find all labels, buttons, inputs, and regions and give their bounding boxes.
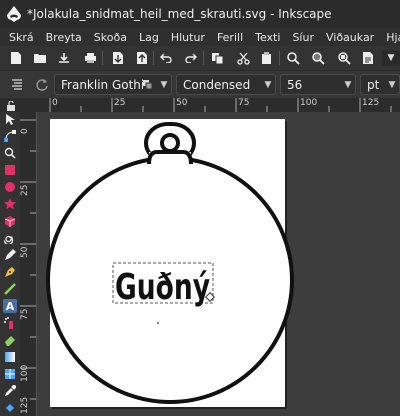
export-icon[interactable] — [134, 50, 150, 66]
commands-toolbar: ▼ — [0, 46, 400, 71]
toolbar-separator — [279, 51, 280, 65]
menu-text[interactable]: Texti — [248, 31, 285, 44]
copy-icon[interactable] — [209, 50, 225, 66]
paint-bucket-tool-icon[interactable] — [3, 401, 17, 415]
spiral-tool-icon[interactable] — [3, 231, 17, 245]
text-tool-icon[interactable]: A — [3, 299, 17, 313]
ruler-label: 125 — [20, 396, 30, 414]
chevron-down-icon: ▼ — [388, 79, 396, 90]
ruler-label: 75 — [20, 308, 30, 320]
zoom-drawing-icon[interactable] — [310, 50, 326, 66]
eraser-tool-icon[interactable] — [3, 333, 17, 347]
toolbar-separator — [203, 51, 204, 65]
menu-object[interactable]: Hlutur — [164, 31, 210, 44]
inkscape-logo-icon — [7, 6, 21, 22]
paste-icon[interactable] — [258, 50, 274, 66]
3d-box-tool-icon[interactable] — [3, 214, 17, 228]
chevron-down-icon: ▼ — [264, 79, 272, 90]
open-folder-icon[interactable] — [32, 50, 48, 66]
toolbox: A — [0, 112, 20, 416]
pencil-tool-icon[interactable] — [3, 248, 17, 262]
ruler-label: 125 — [362, 98, 380, 108]
ruler-label: 50 — [176, 98, 188, 108]
ruler-label: 0 — [52, 98, 58, 108]
lock-guides-icon[interactable] — [6, 100, 18, 111]
undo-icon[interactable] — [158, 50, 174, 66]
font-style-value: Condensed — [183, 77, 251, 92]
menu-layer[interactable]: Lag — [132, 31, 164, 44]
cut-icon[interactable] — [235, 50, 251, 66]
zoom-selection-icon[interactable] — [285, 50, 301, 66]
menu-filters[interactable]: Síur — [285, 31, 319, 44]
menu-extensions[interactable]: Viðaukar — [319, 31, 379, 44]
mesh-tool-icon[interactable] — [3, 367, 17, 381]
ruler-label: 100 — [300, 98, 318, 108]
menu-help[interactable]: Hjálp — [379, 31, 400, 44]
redo-icon[interactable] — [183, 50, 199, 66]
ruler-label: 50 — [20, 246, 30, 258]
ruler-corner — [0, 98, 24, 112]
gradient-tool-icon[interactable] — [3, 350, 17, 364]
font-unit-combo[interactable]: pt ▼ — [360, 74, 400, 95]
text-tool-controls: Franklin Gothic M ▼ Condensed ▼ 56 ▼ pt … — [0, 71, 400, 98]
chevron-down-icon: ▼ — [160, 79, 168, 90]
document-properties-icon[interactable] — [360, 50, 376, 66]
save-icon[interactable] — [56, 50, 72, 66]
toolbar-separator — [153, 51, 154, 65]
font-size-combo[interactable]: 56 ▼ — [280, 74, 356, 95]
spray-tool-icon[interactable] — [3, 316, 17, 330]
ruler-label: 75 — [238, 98, 250, 108]
menu-view[interactable]: Skoða — [87, 31, 132, 44]
zoom-tool-icon[interactable] — [3, 146, 17, 160]
menu-file[interactable]: Skrá — [0, 31, 39, 44]
ruler-label: 25 — [114, 98, 126, 108]
text-cursor-mark — [157, 322, 159, 324]
dropper-tool-icon[interactable] — [3, 384, 17, 398]
ruler-label: 25 — [20, 184, 30, 196]
title-bar: *Jolakula_snidmat_heil_med_skrauti.svg -… — [0, 0, 400, 28]
vertical-ruler[interactable]: 0 25 50 75 100 125 — [20, 112, 37, 416]
canvas[interactable]: Guðný — [37, 112, 400, 416]
selector-tool-icon[interactable] — [3, 112, 17, 126]
ruler-label: 0 — [20, 128, 30, 134]
menu-path[interactable]: Ferill — [210, 31, 248, 44]
text-direction-icon[interactable] — [10, 77, 24, 91]
font-family-value: Franklin Gothic M — [61, 77, 143, 92]
ruler-label: 100 — [20, 364, 30, 382]
ruler-ticks — [49, 98, 392, 112]
ellipse-tool-icon[interactable] — [3, 180, 17, 194]
pen-tool-icon[interactable] — [3, 265, 17, 279]
star-tool-icon[interactable] — [3, 197, 17, 211]
calligraphy-tool-icon[interactable] — [3, 282, 17, 296]
rectangle-tool-icon[interactable] — [3, 163, 17, 177]
menu-edit[interactable]: Breyta — [39, 31, 87, 44]
chevron-down-icon: ▼ — [344, 79, 352, 90]
window-title: *Jolakula_snidmat_heil_med_skrauti.svg -… — [27, 7, 332, 21]
font-style-combo[interactable]: Condensed ▼ — [176, 74, 276, 95]
font-list-icon[interactable] — [143, 79, 157, 90]
toolbar-separator — [102, 51, 103, 65]
font-unit-value: pt — [367, 77, 380, 92]
ornament-hanger-hole — [160, 133, 180, 153]
menu-bar: Skrá Breyta Skoða Lag Hlutur Ferill Text… — [0, 28, 400, 46]
font-family-combo[interactable]: Franklin Gothic M ▼ — [54, 74, 172, 95]
import-icon[interactable] — [110, 50, 126, 66]
chevron-down-icon: ▼ — [387, 53, 395, 63]
ornament-drawing[interactable]: Guðný — [37, 112, 400, 416]
new-document-icon[interactable] — [8, 50, 24, 66]
horizontal-ruler[interactable]: 0 25 50 75 100 125 — [24, 98, 400, 113]
refresh-fonts-icon[interactable] — [35, 77, 49, 91]
font-size-value: 56 — [287, 77, 303, 92]
node-tool-icon[interactable] — [3, 129, 17, 143]
zoom-page-icon[interactable] — [336, 50, 352, 66]
toolbar-overflow-dropdown[interactable]: ▼ — [382, 50, 400, 66]
print-icon[interactable] — [82, 50, 98, 66]
ornament-text[interactable]: Guðný — [115, 267, 210, 308]
